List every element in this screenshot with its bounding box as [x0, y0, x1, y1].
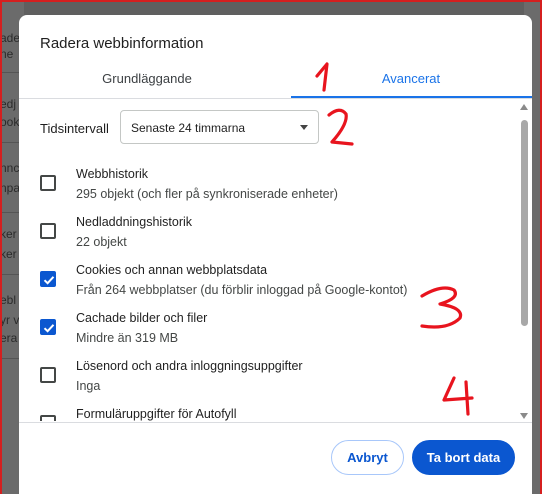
list-item-download-history[interactable]: Nedladdningshistorik 22 objekt	[19, 203, 517, 251]
checkbox-checked[interactable]	[40, 271, 56, 287]
checkbox[interactable]	[40, 223, 56, 239]
background-text: edj	[2, 97, 17, 111]
item-title: Cachade bilder och filer	[76, 311, 208, 325]
time-range-select[interactable]: Senaste 24 timmarna	[120, 110, 319, 144]
list-item-cookies[interactable]: Cookies och annan webbplatsdata Från 264…	[19, 251, 517, 299]
item-subtitle: Mindre än 319 MB	[76, 331, 179, 345]
cancel-button[interactable]: Avbryt	[331, 440, 404, 475]
checkmark-icon	[43, 276, 55, 285]
clear-browsing-data-dialog: Radera webbinformation Grundläggande Ava…	[19, 15, 532, 494]
item-title: Formuläruppgifter för Autofyll	[76, 407, 237, 421]
list-item-passwords[interactable]: Lösenord och andra inloggningsuppgifter …	[19, 347, 517, 395]
scroll-down-arrow-icon[interactable]	[520, 413, 528, 419]
list-item-browsing-history[interactable]: Webbhistorik 295 objekt (och fler på syn…	[19, 155, 517, 203]
item-subtitle: 295 objekt (och fler på synkroniserade e…	[76, 187, 338, 201]
background-text: era	[2, 331, 18, 345]
item-title: Cookies och annan webbplatsdata	[76, 263, 268, 277]
list-item-cached-images[interactable]: Cachade bilder och filer Mindre än 319 M…	[19, 299, 517, 347]
checkbox-checked[interactable]	[40, 319, 56, 335]
data-type-list: Webbhistorik 295 objekt (och fler på syn…	[19, 155, 517, 421]
item-subtitle: 22 objekt	[76, 235, 127, 249]
background-text: ook	[2, 115, 20, 129]
background-text: ker	[2, 227, 17, 241]
checkbox[interactable]	[40, 175, 56, 191]
scrollbar[interactable]	[518, 100, 532, 423]
background-text: ebl	[2, 293, 17, 307]
dropdown-arrow-icon	[300, 125, 308, 130]
background-text: nnc	[2, 161, 20, 175]
tabs-divider	[19, 98, 532, 99]
footer-divider	[19, 422, 532, 423]
background-text: yr v	[2, 313, 20, 327]
dialog-title: Radera webbinformation	[40, 35, 204, 52]
tab-advanced[interactable]: Avancerat	[291, 65, 531, 99]
item-title: Lösenord och andra inloggningsuppgifter	[76, 359, 303, 373]
tab-basic[interactable]: Grundläggande	[19, 65, 275, 99]
item-title: Webbhistorik	[76, 167, 149, 181]
time-range-value: Senaste 24 timmarna	[131, 121, 246, 135]
scroll-up-arrow-icon[interactable]	[520, 104, 528, 110]
background-text: npa	[2, 181, 21, 195]
checkmark-icon	[43, 324, 55, 333]
item-title: Nedladdningshistorik	[76, 215, 193, 229]
time-range-label: Tidsintervall	[40, 121, 109, 136]
checkbox[interactable]	[40, 367, 56, 383]
background-text: ade	[2, 31, 21, 45]
delete-data-button[interactable]: Ta bort data	[412, 440, 515, 475]
background-text: ne	[2, 47, 14, 61]
item-subtitle: Inga	[76, 379, 101, 393]
scrollbar-thumb[interactable]	[521, 120, 528, 326]
list-item-autofill[interactable]: Formuläruppgifter för Autofyll	[19, 395, 517, 421]
checkbox[interactable]	[40, 415, 56, 421]
item-subtitle: Från 264 webbplatser (du förblir inlogga…	[76, 283, 408, 297]
background-text: ker	[2, 247, 17, 261]
